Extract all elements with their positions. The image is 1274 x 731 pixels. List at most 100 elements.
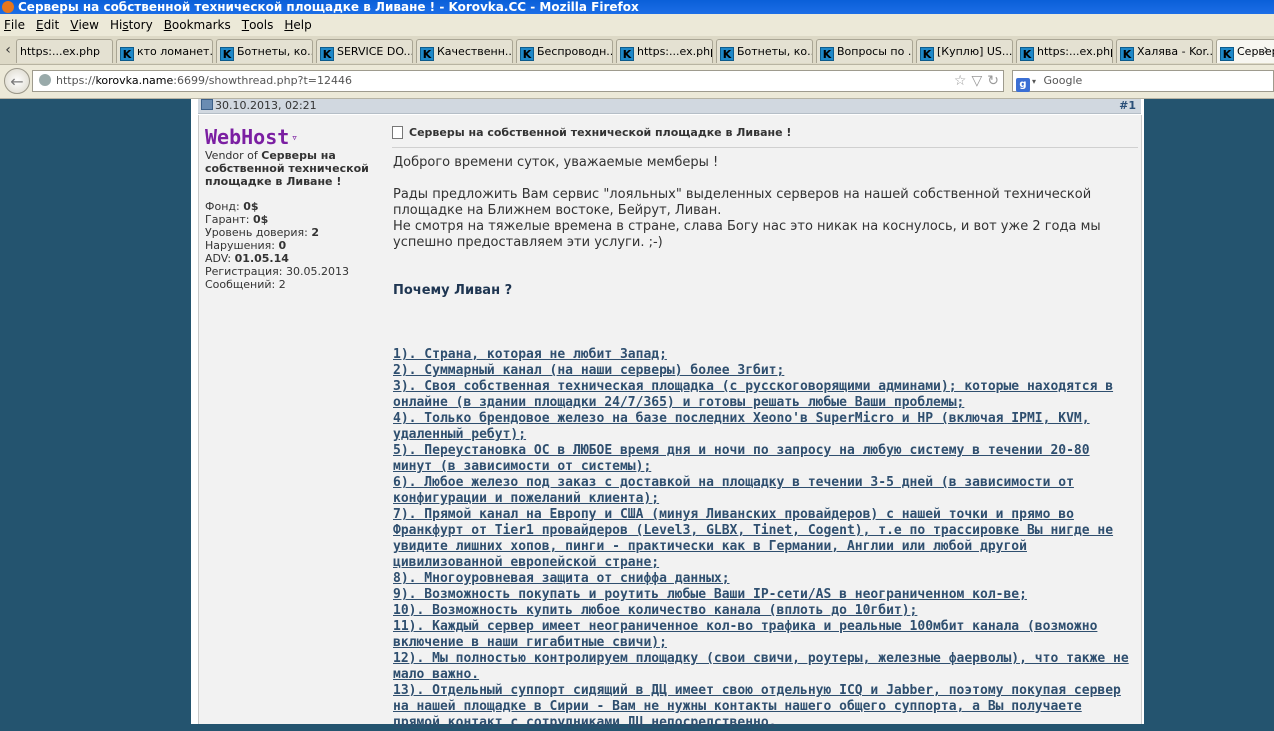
post-point-link[interactable]: 3). Своя собственная техническая площадк…: [393, 379, 1133, 411]
tab-label: Халява - Kor...: [1137, 45, 1213, 58]
korovka-favicon-icon: K: [820, 47, 834, 61]
url-prefix: https://: [56, 74, 96, 87]
tab-label: https:...ex.php: [20, 45, 101, 58]
url-bar[interactable]: https://korovka.name:6699/showthread.php…: [32, 70, 1004, 92]
user-stat: Фонд: 0$: [205, 200, 259, 213]
user-info-pane: WebHost ▿ Vendor of Серверы на собственно…: [198, 115, 387, 724]
post-points-list: 1). Страна, которая не любит Запад; 2). С…: [393, 347, 1133, 731]
browser-tab[interactable]: Kкто ломанет...: [116, 39, 213, 63]
browser-tab[interactable]: K Качественн...: [416, 39, 513, 63]
post-point-link[interactable]: 8). Многоуровневая защита от сниффа данн…: [393, 571, 1133, 587]
url-path: :6699/showthread.php?t=12446: [173, 74, 352, 87]
user-title: Vendor of Серверы на собственной техниче…: [205, 149, 369, 188]
post-date: 30.10.2013, 02:21: [215, 99, 317, 112]
post-intro-1: Рады предложить Вам сервис "лояльных" вы…: [393, 187, 1092, 218]
tab-label: Беспроводн...: [537, 45, 613, 58]
post-title: Серверы на собственной технической площа…: [392, 125, 1138, 148]
korovka-favicon-icon: K: [420, 47, 434, 61]
history-dropdown-icon[interactable]: ▽: [971, 73, 982, 89]
post-point-link[interactable]: 5). Переустановка ОС в ЛЮБОЕ время дня и…: [393, 443, 1133, 475]
post-point-link[interactable]: 9). Возможность покупать и роутить любые…: [393, 587, 1133, 603]
menu-edit[interactable]: Edit: [32, 14, 66, 36]
tab-bar: ‹ https:...ex.php Kкто ломанет... K Ботнеты…: [0, 36, 1274, 65]
user-stats: Фонд: 0$ Гарант: 0$ Уровень доверия: 2 Нару…: [205, 200, 381, 291]
korovka-favicon-icon: K: [920, 47, 934, 61]
post-body: Доброго времени суток, уважаемые мемберы…: [393, 155, 1133, 731]
korovka-favicon-icon: K: [1020, 47, 1034, 61]
engine-dropdown-icon[interactable]: ▾: [1032, 77, 1036, 86]
korovka-favicon-icon: K: [620, 47, 634, 61]
tab-label: Вопросы по ...: [837, 45, 913, 58]
browser-tab[interactable]: K Ботнеты, ко...: [216, 39, 313, 63]
korovka-favicon-icon: K: [1220, 47, 1234, 61]
user-menu-dropdown-icon[interactable]: ▿: [291, 131, 298, 144]
post-content-pane: Серверы на собственной технической площа…: [386, 115, 1142, 730]
browser-tab[interactable]: https:...ex.php: [16, 39, 113, 63]
post-intro-2: Не смотря на тяжелые времена в стране, с…: [393, 219, 1101, 250]
navigation-toolbar: ← https://korovka.name:6699/showthread.p…: [0, 65, 1274, 99]
back-button[interactable]: ←: [4, 68, 30, 94]
menu-view[interactable]: View: [66, 14, 106, 36]
post-greeting: Доброго времени суток, уважаемые мемберы…: [393, 155, 719, 170]
post-point-link[interactable]: 4). Только брендовое железо на базе посл…: [393, 411, 1133, 443]
browser-tab[interactable]: K Вопросы по ...: [816, 39, 913, 63]
tab-label: кто ломанет...: [137, 45, 213, 58]
korovka-favicon-icon: K: [520, 47, 534, 61]
user-stat: Уровень доверия: 2: [205, 226, 320, 239]
korovka-favicon-icon: K: [720, 47, 734, 61]
document-icon: [392, 126, 403, 139]
post-number-link[interactable]: #1: [1119, 99, 1136, 113]
post-point-link[interactable]: 11). Каждый сервер имеет неограниченное …: [393, 619, 1133, 651]
menu-help[interactable]: Help: [280, 14, 318, 36]
tab-label: https:...ex.php: [637, 45, 713, 58]
korovka-favicon-icon: K: [120, 47, 134, 61]
tab-label: [Куплю] US...: [937, 45, 1013, 58]
menu-tools[interactable]: Tools: [238, 14, 281, 36]
tab-scroll-left-icon[interactable]: ‹: [0, 36, 16, 64]
menu-file[interactable]: File: [0, 14, 32, 36]
browser-tab[interactable]: Khttps:...ex.php: [616, 39, 713, 63]
tab-label: Качественн...: [437, 45, 513, 58]
menu-bar: File Edit View History Bookmarks Tools Help: [0, 14, 1274, 36]
browser-tab[interactable]: K [Куплю] US...: [916, 39, 1013, 63]
post-point-link[interactable]: 10). Возможность купить любое количество…: [393, 603, 1133, 619]
post-point-link[interactable]: 1). Страна, которая не любит Запад;: [393, 347, 1133, 363]
tab-label: SERVICE DO...: [337, 45, 413, 58]
user-stat: Гарант: 0$: [205, 213, 269, 226]
window-titlebar: Серверы на собственной технической площа…: [0, 0, 1274, 14]
site-identity-icon[interactable]: [39, 74, 51, 86]
korovka-favicon-icon: K: [320, 47, 334, 61]
post-point-link[interactable]: 2). Суммарный канал (на наши серверы) бо…: [393, 363, 1133, 379]
url-host: korovka.name: [95, 74, 174, 87]
user-stat: ADV: 01.05.14: [205, 252, 289, 265]
google-engine-icon[interactable]: g: [1016, 78, 1030, 92]
tab-label: Ботнеты, ко...: [737, 45, 813, 58]
user-stat: Нарушения: 0: [205, 239, 287, 252]
tab-label: Ботнеты, ко...: [237, 45, 313, 58]
firefox-icon: [2, 1, 14, 13]
tab-label: https:...ex.php: [1037, 45, 1113, 58]
browser-tab[interactable]: K Беспроводн...: [516, 39, 613, 63]
bookmark-star-icon[interactable]: ☆: [954, 73, 967, 89]
username-link[interactable]: WebHost ▿: [205, 125, 298, 150]
user-stat: Регистрация: 30.05.2013: [205, 265, 349, 278]
korovka-favicon-icon: K: [220, 47, 234, 61]
browser-tab[interactable]: K Ботнеты, ко...: [716, 39, 813, 63]
post-point-link[interactable]: 6). Любое железо под заказ с доставкой н…: [393, 475, 1133, 507]
post-point-link[interactable]: 12). Мы полностью контролируем площадку …: [393, 651, 1133, 683]
browser-tab[interactable]: K Халява - Kor...: [1116, 39, 1213, 63]
post-point-link[interactable]: 7). Прямой канал на Европу и США (минуя …: [393, 507, 1133, 571]
tab-scroll-right-icon[interactable]: ›: [1258, 36, 1274, 64]
search-bar[interactable]: g ▾ Google: [1012, 70, 1274, 92]
browser-tab[interactable]: Khttps:...ex.php: [1016, 39, 1113, 63]
reload-icon[interactable]: ↻: [987, 73, 999, 89]
post-why-heading: Почему Ливан ?: [393, 283, 513, 298]
korovka-favicon-icon: K: [1120, 47, 1134, 61]
menu-bookmarks[interactable]: Bookmarks: [160, 14, 238, 36]
search-placeholder: Google: [1043, 74, 1083, 87]
post-header: 30.10.2013, 02:21 #1: [198, 99, 1141, 114]
menu-history[interactable]: History: [106, 14, 160, 36]
post-icon: [201, 99, 213, 110]
browser-tab[interactable]: K SERVICE DO...: [316, 39, 413, 63]
window-title: Серверы на собственной технической площа…: [18, 0, 639, 14]
